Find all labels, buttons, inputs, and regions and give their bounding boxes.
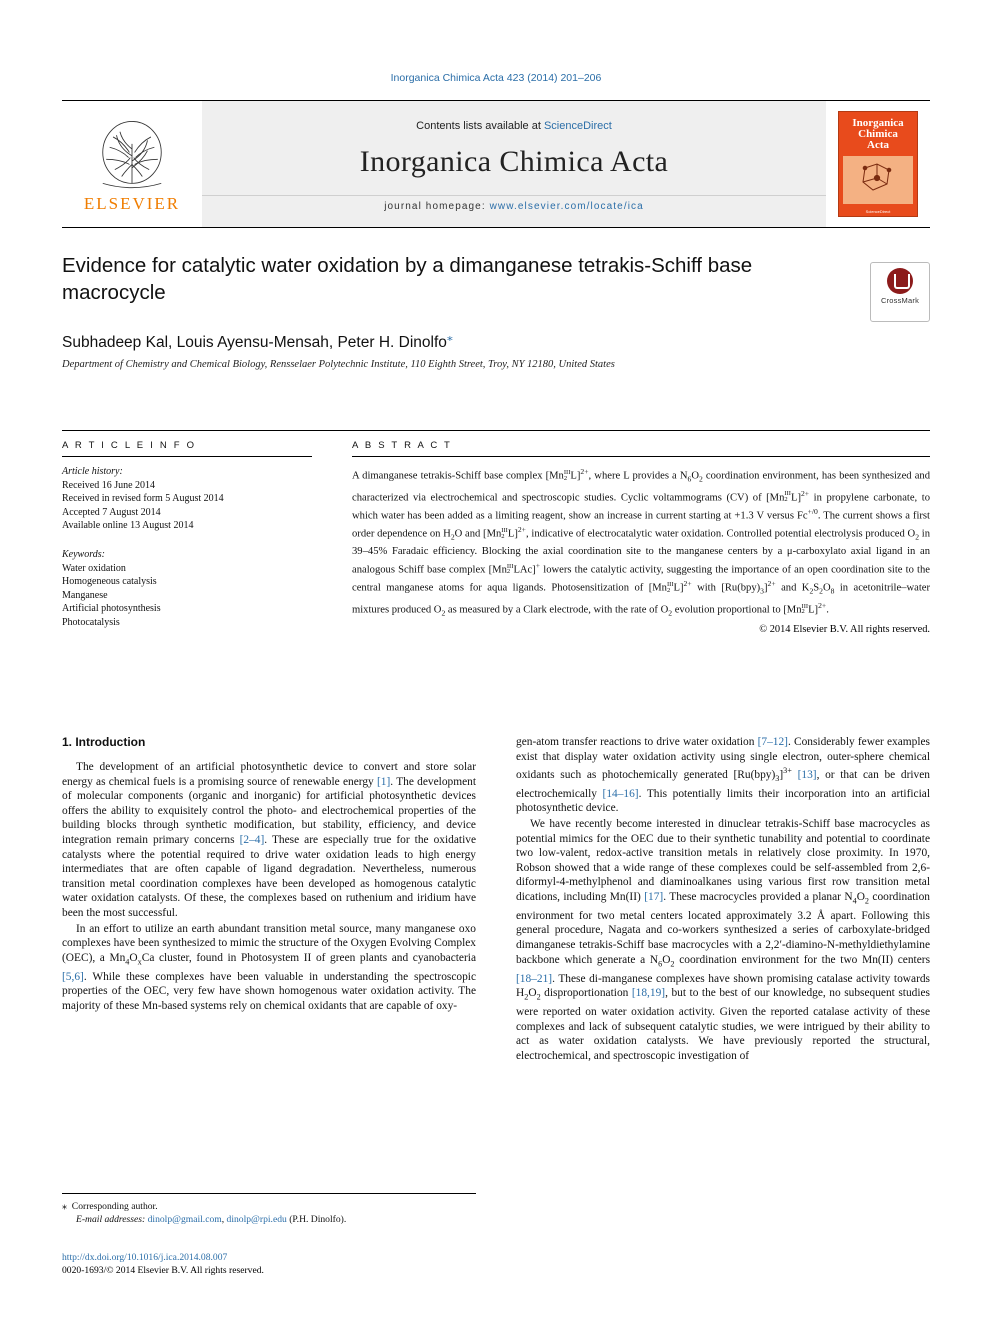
citation-link[interactable]: [17] bbox=[644, 891, 663, 903]
authors-names: Subhadeep Kal, Louis Ayensu-Mensah, Pete… bbox=[62, 334, 447, 352]
elsevier-logo: ELSEVIER bbox=[62, 101, 202, 227]
cover-title-line3: Acta bbox=[867, 139, 889, 151]
paragraph: gen-atom transfer reactions to drive wat… bbox=[516, 736, 931, 815]
keyword-item: Artificial photosynthesis bbox=[62, 603, 161, 615]
crossmark-badge[interactable]: CrossMark bbox=[870, 262, 930, 322]
article-history: Article history: Received 16 June 2014 R… bbox=[62, 465, 312, 630]
journal-cover: Inorganica Chimica Acta ScienceDirect bbox=[826, 101, 930, 227]
citation-link[interactable]: [13] bbox=[798, 769, 817, 781]
section-heading-introduction: 1. Introduction bbox=[62, 735, 146, 749]
history-item: Accepted 7 August 2014 bbox=[62, 506, 161, 518]
article-history-label: Article history: bbox=[62, 466, 123, 477]
citation-link[interactable]: [14–16] bbox=[603, 788, 639, 800]
issn-copyright: 0020-1693/© 2014 Elsevier B.V. All right… bbox=[62, 1264, 264, 1276]
crossmark-icon bbox=[887, 268, 913, 294]
doi-link[interactable]: http://dx.doi.org/10.1016/j.ica.2014.08.… bbox=[62, 1252, 492, 1265]
abstract-text: A dimanganese tetrakis-Schiff base compl… bbox=[352, 467, 931, 618]
contents-available-line: Contents lists available at ScienceDirec… bbox=[416, 120, 612, 132]
history-item: Received in revised form 5 August 2014 bbox=[62, 493, 224, 505]
keyword-item: Homogeneous catalysis bbox=[62, 576, 157, 588]
corresponding-author-note: ⁎ Corresponding author. bbox=[62, 1200, 476, 1213]
citation-link[interactable]: [18–21] bbox=[516, 973, 552, 985]
citation-link[interactable]: [5,6] bbox=[62, 971, 84, 983]
article-info-rule bbox=[62, 456, 312, 457]
author-list: Subhadeep Kal, Louis Ayensu-Mensah, Pete… bbox=[62, 330, 930, 352]
page-title: Evidence for catalytic water oxidation b… bbox=[62, 254, 753, 304]
body-column-right: gen-atom transfer reactions to drive wat… bbox=[516, 735, 930, 1063]
paragraph: The development of an artificial photosy… bbox=[62, 761, 476, 919]
email-label: E-mail addresses: bbox=[76, 1214, 146, 1225]
abstract-copyright: © 2014 Elsevier B.V. All rights reserved… bbox=[759, 624, 930, 636]
keywords-label: Keywords: bbox=[62, 548, 105, 560]
crossmark-label: CrossMark bbox=[880, 296, 920, 305]
journal-title: Inorganica Chimica Acta bbox=[359, 145, 669, 178]
elsevier-wordmark: ELSEVIER bbox=[83, 194, 181, 213]
corresponding-marker-icon: ⁎ bbox=[62, 1201, 67, 1212]
citation-link[interactable]: [18,19] bbox=[632, 987, 665, 999]
paragraph: We have recently become interested in di… bbox=[516, 818, 930, 1062]
abstract-rule bbox=[352, 456, 930, 457]
article-info-heading: A R T I C L E I N F O bbox=[62, 440, 197, 451]
body-columns: 1. Introduction The development of an ar… bbox=[62, 735, 930, 1063]
article-info-column: A R T I C L E I N F O Article history: R… bbox=[62, 440, 312, 635]
cover-footer: ScienceDirect bbox=[865, 209, 891, 214]
journal-masthead: ELSEVIER Contents lists available at Sci… bbox=[62, 100, 930, 228]
journal-article-page: Inorganica Chimica Acta 423 (2014) 201–2… bbox=[0, 0, 992, 1323]
doi-block: http://dx.doi.org/10.1016/j.ica.2014.08.… bbox=[62, 1252, 492, 1277]
abstract-heading: A B S T R A C T bbox=[352, 440, 453, 451]
cover-molecule-icon bbox=[862, 163, 892, 191]
abstract-column: A B S T R A C T A dimanganese tetrakis-S… bbox=[312, 440, 930, 635]
email-link-2[interactable]: dinolp@rpi.edu bbox=[227, 1214, 287, 1225]
keyword-item: Water oxidation bbox=[62, 562, 126, 574]
journal-cover-image: Inorganica Chimica Acta ScienceDirect bbox=[838, 111, 918, 217]
email-link-1[interactable]: dinolp@gmail.com bbox=[148, 1214, 222, 1225]
affiliation: Department of Chemistry and Chemical Bio… bbox=[62, 359, 615, 371]
email-note: E-mail addresses: dinolp@gmail.com, dino… bbox=[76, 1214, 347, 1225]
journal-homepage-line: journal homepage: www.elsevier.com/locat… bbox=[202, 195, 826, 212]
footnote-block: ⁎ Corresponding author. E-mail addresses… bbox=[62, 1193, 476, 1226]
info-abstract-block: A R T I C L E I N F O Article history: R… bbox=[62, 430, 930, 635]
sciencedirect-link[interactable]: ScienceDirect bbox=[544, 120, 612, 132]
history-item: Available online 13 August 2014 bbox=[62, 520, 194, 532]
citation-link[interactable]: [2–4] bbox=[240, 834, 265, 846]
body-column-left: 1. Introduction The development of an ar… bbox=[62, 735, 476, 1063]
citation-link[interactable]: [7–12] bbox=[758, 736, 788, 748]
homepage-link[interactable]: www.elsevier.com/locate/ica bbox=[490, 201, 644, 212]
homepage-prefix: journal homepage: bbox=[384, 201, 490, 212]
elsevier-tree-icon bbox=[102, 121, 162, 189]
title-block: Evidence for catalytic water oxidation b… bbox=[62, 252, 930, 370]
keyword-item: Manganese bbox=[62, 589, 108, 601]
keyword-item: Photocatalysis bbox=[62, 616, 120, 628]
contents-prefix: Contents lists available at bbox=[416, 120, 544, 132]
paragraph: In an effort to utilize an earth abundan… bbox=[62, 922, 476, 1012]
corresponding-author-marker: ⁎ bbox=[446, 330, 453, 344]
journal-reference: Inorganica Chimica Acta 423 (2014) 201–2… bbox=[390, 72, 602, 84]
citation-link[interactable]: [1] bbox=[377, 776, 390, 788]
history-item: Received 16 June 2014 bbox=[62, 479, 156, 491]
corresponding-author-text: Corresponding author. bbox=[71, 1201, 158, 1212]
email-suffix: (P.H. Dinolfo). bbox=[289, 1214, 347, 1225]
cover-title: Inorganica Chimica Acta bbox=[839, 118, 917, 151]
masthead-center: Contents lists available at ScienceDirec… bbox=[202, 101, 826, 227]
